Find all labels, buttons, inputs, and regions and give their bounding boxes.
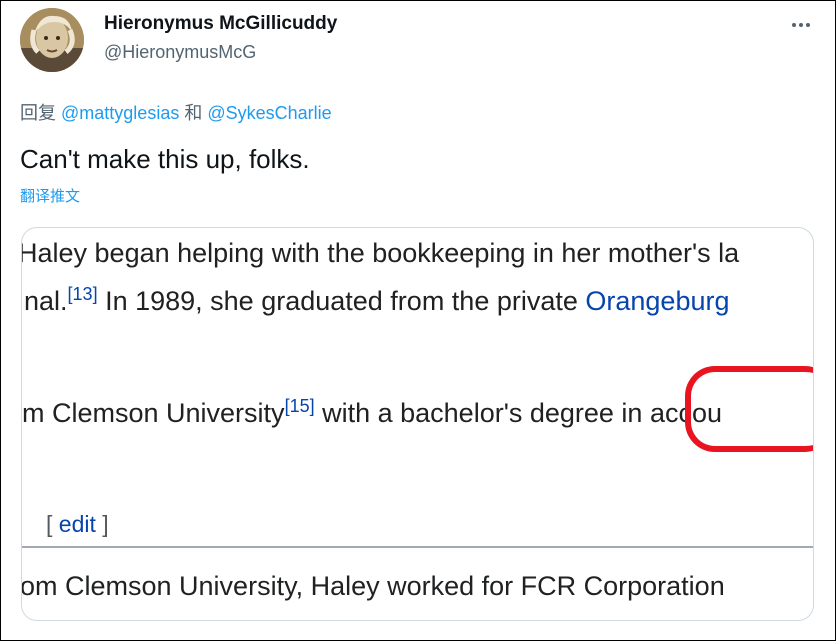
citation-13: [13] [67,284,98,304]
article-line-4: om Clemson University, Haley worked for … [21,571,725,601]
image-attachment[interactable]: Haley began helping with the bookkeeping… [21,227,814,621]
orangeburg-link: Orangeburg [585,286,730,316]
article-line-2-middle: In 1989, she graduated from the private [97,286,586,316]
article-line-2-start: nal. [24,286,68,316]
author-handle[interactable]: @HieronymusMcG [104,42,256,63]
edit-label: edit [58,511,96,537]
reply-prefix: 回复 [20,103,56,123]
reply-conjunction: 和 [184,103,203,123]
section-divider [22,546,813,548]
mention-mattyglesias[interactable]: @mattyglesias [61,103,179,123]
edit-section-link: [ edit ] [46,511,109,538]
article-line-1: Haley began helping with the bookkeeping… [21,238,740,268]
avatar[interactable] [20,8,84,72]
tweet-text: Can't make this up, folks. [20,144,310,174]
author-name[interactable]: Hieronymus McGillicuddy [104,13,337,35]
edit-bracket-open: [ [46,511,59,537]
article-line-3-end: with a bachelor's degree in accou [314,398,722,428]
reply-context: 回复 @mattyglesias 和 @SykesCharlie [20,99,332,125]
mention-sykescharlie[interactable]: @SykesCharlie [207,103,331,123]
translate-tweet-link[interactable]: 翻译推文 [20,185,80,206]
red-highlight-circle [685,366,813,452]
article-line-2: nal.[13] In 1989, she graduated from the… [24,284,730,317]
citation-15: [15] [284,396,315,416]
article-line-3: m Clemson University[15] with a bachelor… [22,396,722,429]
more-horizontal-icon[interactable] [786,10,816,40]
edit-bracket-close: ] [95,511,109,537]
article-line-3-start: m Clemson University [22,398,285,428]
